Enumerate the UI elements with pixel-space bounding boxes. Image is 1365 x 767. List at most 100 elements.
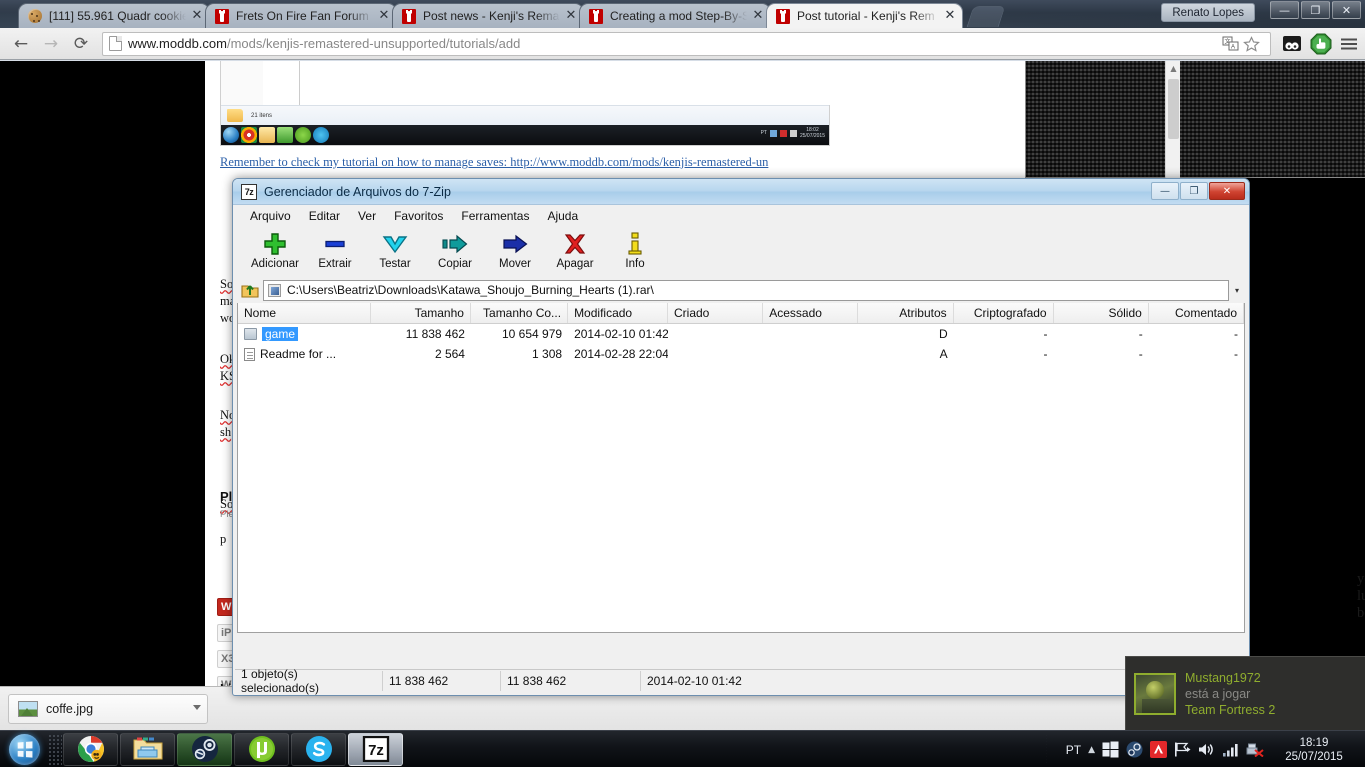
delete-x-icon [563,231,587,257]
taskbar-item-utorrent[interactable] [234,732,289,766]
column-header-nome[interactable]: Nome [238,303,372,323]
toolbar-extract-button[interactable]: Extrair [305,227,365,270]
column-header-comentado[interactable]: Comentado [1149,303,1244,323]
menu-favoritos[interactable]: Favoritos [385,207,452,225]
steam-icon [277,127,293,143]
adblock-extension-icon[interactable] [1310,33,1332,55]
column-header-tamanho[interactable]: Tamanho [371,303,471,323]
browser-tab-5-active[interactable]: Post tutorial - Kenji's Rem ✕ [766,3,963,28]
browser-tab-2[interactable]: Frets On Fire Fan Forum · ✕ [205,3,397,28]
volume-icon[interactable] [1198,742,1215,757]
download-item[interactable]: coffe.jpg [8,694,208,724]
network-icon[interactable] [1222,743,1239,757]
show-hidden-icons-icon[interactable]: ▲ [1088,745,1095,755]
sevenzip-address-bar: C:\Users\Beatriz\Downloads\Katawa_Shoujo… [237,279,1245,301]
post-tutorial-link[interactable]: Remember to check my tutorial on how to … [220,154,820,171]
chevron-down-icon[interactable] [193,705,201,710]
table-row[interactable]: game 11 838 462 10 654 979 2014-02-10 01… [238,324,1244,344]
embedded-tray-lang: PT [760,130,767,136]
scrollbar-thumb[interactable] [1168,79,1179,139]
cookie-icon [27,8,43,24]
tab-close-icon[interactable]: ✕ [376,8,392,24]
menu-arquivo[interactable]: Arquivo [241,207,300,225]
browser-window-controls: — ❐ ✕ [1270,1,1361,19]
taskbar-item-explorer[interactable] [120,732,175,766]
windows-update-icon[interactable] [1102,741,1119,758]
taskbar-grip[interactable] [48,733,62,765]
table-row[interactable]: Readme for ... 2 564 1 308 2014-02-28 22… [238,344,1244,364]
row-commented: - [1233,327,1238,341]
clock-date: 25/07/2015 [1285,750,1343,763]
taskbar-item-sevenzip[interactable]: 7z [348,732,403,766]
page-info-icon[interactable] [109,36,122,51]
tab-close-icon[interactable]: ✕ [189,8,205,24]
toolbar-move-button[interactable]: Mover [485,227,545,270]
flag-action-center-icon[interactable] [1174,742,1191,757]
browser-tab-3[interactable]: Post news - Kenji's Remas ✕ [392,3,584,28]
row-size: 2 564 [434,347,465,361]
column-header-criado[interactable]: Criado [668,303,764,323]
panda-extension-icon[interactable] [1281,34,1303,54]
column-header-acessado[interactable]: Acessado [763,303,859,323]
steam-tray-icon[interactable] [1126,741,1143,758]
column-header-modificado[interactable]: Modificado [568,303,668,323]
sevenzip-maximize-button[interactable]: ❐ [1180,182,1208,200]
reload-icon[interactable]: ⟳ [66,31,96,57]
column-header-solido[interactable]: Sólido [1054,303,1149,323]
forward-icon[interactable]: → [36,31,66,57]
close-button[interactable]: ✕ [1332,1,1361,19]
sevenzip-file-manager-window[interactable]: 7z Gerenciador de Arquivos do 7-Zip — ❐ … [232,178,1250,696]
toolbar-info-button[interactable]: Info [605,227,665,270]
star-icon[interactable] [1243,35,1260,52]
steam-notification-toast[interactable]: Mustang1972 está a jogar Team Fortress 2 [1125,656,1365,730]
embedded-taskbar: PT 18:02 25/07/2015 [221,125,829,145]
steam-friend-name: Mustang1972 [1185,670,1261,685]
chevron-down-icon[interactable]: ▾ [1229,286,1245,295]
toolbar-test-button[interactable]: Testar [365,227,425,270]
taskbar-item-steam[interactable] [177,732,232,766]
tab-title: Post tutorial - Kenji's Rem [797,9,935,23]
row-name-cell[interactable]: game [238,327,371,341]
status-selection: 1 objeto(s) selecionado(s) [235,667,383,695]
taskbar-item-chrome[interactable] [63,732,118,766]
tab-close-icon[interactable]: ✕ [942,8,958,24]
browser-tab-4[interactable]: Creating a mod Step-By-S ✕ [579,3,771,28]
menu-ajuda[interactable]: Ajuda [538,207,587,225]
utorrent-icon [248,735,276,763]
network-error-icon[interactable] [1246,742,1264,757]
sevenzip-minimize-button[interactable]: — [1151,182,1179,200]
sevenzip-close-button[interactable]: ✕ [1209,182,1245,200]
tray-divider [1046,734,1047,765]
user-profile-button[interactable]: Renato Lopes [1161,3,1255,22]
back-icon[interactable]: ← [6,31,36,57]
taskbar-item-skype[interactable] [291,732,346,766]
toolbar-delete-button[interactable]: Apagar [545,227,605,270]
tab-close-icon[interactable]: ✕ [750,8,766,24]
sevenzip-title-bar[interactable]: 7z Gerenciador de Arquivos do 7-Zip — ❐ … [233,179,1249,205]
tab-close-icon[interactable]: ✕ [563,8,579,24]
avira-icon[interactable] [1150,741,1167,758]
folder-up-icon[interactable] [237,280,263,301]
menu-ver[interactable]: Ver [349,207,385,225]
column-header-criptografado[interactable]: Criptografado [954,303,1054,323]
minimize-button[interactable]: — [1270,1,1299,19]
toolbar-add-button[interactable]: Adicionar [245,227,305,270]
start-button[interactable] [0,732,48,767]
address-bar[interactable]: www.moddb.com/mods/kenjis-remastered-uns… [102,31,1271,56]
column-header-atributos[interactable]: Atributos [858,303,954,323]
menu-editar[interactable]: Editar [300,207,349,225]
maximize-button[interactable]: ❐ [1301,1,1330,19]
menu-ferramentas[interactable]: Ferramentas [452,207,538,225]
column-header-tamanho-comp[interactable]: Tamanho Co... [471,303,569,323]
hamburger-menu-icon[interactable] [1339,36,1359,52]
archive-file-list[interactable]: Nome Tamanho Tamanho Co... Modificado Cr… [237,303,1245,633]
toolbar-copy-button[interactable]: Copiar [425,227,485,270]
browser-tab-1[interactable]: [111] 55.961 Quadr cookie ✕ [18,3,210,28]
new-tab-button[interactable] [966,6,1006,27]
archive-path-input[interactable]: C:\Users\Beatriz\Downloads\Katawa_Shoujo… [263,279,1229,301]
row-name-cell[interactable]: Readme for ... [238,347,371,361]
embedded-folder-status: 21 itens [221,105,829,125]
translate-icon[interactable]: 文A [1222,36,1239,51]
tray-language[interactable]: PT [1066,743,1081,757]
taskbar-clock[interactable]: 18:19 25/07/2015 [1271,736,1357,764]
